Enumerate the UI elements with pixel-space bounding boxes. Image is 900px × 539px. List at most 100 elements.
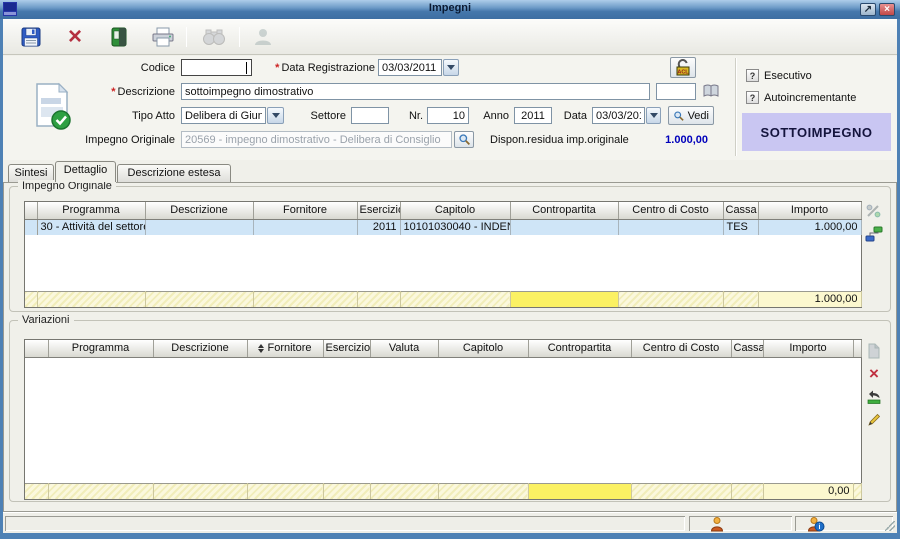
status-bar: i xyxy=(3,512,897,533)
vedi-button-label: Vedi xyxy=(688,110,709,122)
percent-split-button[interactable] xyxy=(861,199,887,222)
link-rows-icon xyxy=(865,226,883,242)
user-info-icon: i xyxy=(807,516,825,532)
cell-descrizione xyxy=(145,219,253,235)
descrizione-input[interactable] xyxy=(181,83,650,100)
vedi-button[interactable]: Vedi xyxy=(668,106,714,125)
column-header-contropartita[interactable]: Contropartita xyxy=(510,202,618,219)
column-header-cassa[interactable]: Cassa xyxy=(731,340,763,357)
grid-empty-area xyxy=(25,358,861,483)
column-header[interactable] xyxy=(853,340,861,357)
delete-icon: × xyxy=(68,26,82,48)
edit-row-button[interactable] xyxy=(861,408,887,431)
column-header-fornitore[interactable]: Fornitore xyxy=(247,340,323,357)
column-header-descrizione[interactable]: Descrizione xyxy=(153,340,247,357)
dettaglio-panel: Impegno Originale Programma Descrizione … xyxy=(3,182,897,512)
tipo-atto-label: Tipo Atto xyxy=(103,110,175,122)
anno-label: Anno xyxy=(479,110,509,122)
data-dropdown-button[interactable] xyxy=(646,107,661,124)
column-header-importo[interactable]: Importo xyxy=(758,202,861,219)
record-form: Codice *Data Registrazione ACL *Descrizi… xyxy=(3,56,897,160)
form-divider xyxy=(735,58,737,156)
total-contropartita-cell xyxy=(528,483,631,499)
column-header-importo[interactable]: Importo xyxy=(763,340,853,357)
binoculars-icon xyxy=(201,28,227,46)
find-button[interactable] xyxy=(197,23,231,51)
variazioni-side-tools: × xyxy=(861,339,887,431)
search-icon xyxy=(673,109,685,123)
user-button[interactable] xyxy=(249,23,277,51)
cell-programma: 30 - Attività del settore xyxy=(37,219,145,235)
totals-row: 1.000,00 xyxy=(25,291,862,308)
resize-grip[interactable] xyxy=(885,521,895,531)
pencil-icon xyxy=(867,412,882,427)
cell-contropartita xyxy=(510,219,618,235)
chevron-down-icon xyxy=(447,65,455,70)
column-header-centro-di-costo[interactable]: Centro di Costo xyxy=(618,202,723,219)
close-button[interactable]: × xyxy=(879,3,895,16)
codice-input[interactable] xyxy=(181,59,252,76)
cell-esercizio: 2011 xyxy=(357,219,400,235)
restore-button[interactable]: ↗ xyxy=(860,3,876,16)
status-user-cell[interactable] xyxy=(689,516,792,531)
column-header-capitolo[interactable]: Capitolo xyxy=(400,202,510,219)
data-registrazione-input[interactable] xyxy=(378,59,442,76)
table-row[interactable]: 30 - Attività del settore 2011 101010300… xyxy=(25,219,861,235)
column-header-programma[interactable]: Programma xyxy=(48,340,153,357)
delete-row-button[interactable]: × xyxy=(861,362,887,385)
save-button[interactable] xyxy=(17,23,45,51)
data-input[interactable] xyxy=(592,107,645,124)
cell-capitolo: 10101030040 - INDENN xyxy=(400,219,510,235)
tab-descrizione-estesa[interactable]: Descrizione estesa xyxy=(117,164,231,182)
column-header-esercizio[interactable]: Esercizio xyxy=(323,340,370,357)
tipo-atto-dropdown-button[interactable] xyxy=(267,107,284,124)
cell-importo: 1.000,00 xyxy=(758,219,861,235)
column-header-programma[interactable]: Programma xyxy=(37,202,145,219)
nr-input[interactable] xyxy=(427,107,469,124)
data-registrazione-label: *Data Registrazione xyxy=(255,62,375,74)
variazioni-group: Variazioni Programma Descrizione Fornito… xyxy=(9,320,891,502)
data-registrazione-dropdown-button[interactable] xyxy=(443,59,459,76)
archive-button[interactable] xyxy=(105,23,133,51)
settore-input[interactable] xyxy=(351,107,389,124)
status-user-info-cell[interactable]: i xyxy=(795,516,893,531)
total-contropartita-cell xyxy=(510,291,618,307)
column-header-cassa[interactable]: Cassa xyxy=(723,202,758,219)
status-message-cell xyxy=(5,516,685,531)
delete-button[interactable]: × xyxy=(61,23,89,51)
codice-label: Codice xyxy=(103,62,175,74)
column-header[interactable] xyxy=(25,202,37,219)
impegno-originale-input[interactable] xyxy=(181,131,452,148)
row-selector-cell[interactable] xyxy=(25,219,37,235)
window-title: Impegni xyxy=(0,2,900,14)
dispon-residua-value: 1.000,00 xyxy=(633,134,708,146)
column-header-esercizio[interactable]: Esercizio xyxy=(357,202,400,219)
tipo-atto-combo[interactable] xyxy=(181,107,266,124)
column-header-centro-di-costo[interactable]: Centro di Costo xyxy=(631,340,731,357)
impegno-originale-search-button[interactable] xyxy=(454,131,474,148)
column-header[interactable] xyxy=(25,340,48,357)
dispon-residua-label: Dispon.residua imp.originale xyxy=(490,134,630,146)
new-row-button[interactable] xyxy=(861,339,887,362)
nr-label: Nr. xyxy=(399,110,423,122)
data-label: Data xyxy=(559,110,587,122)
chevron-down-icon xyxy=(650,113,658,118)
dictionary-button[interactable] xyxy=(702,83,720,102)
cell-centro-di-costo xyxy=(618,219,723,235)
esecutivo-checkbox[interactable]: ? xyxy=(746,69,759,82)
total-importo-cell: 0,00 xyxy=(763,483,853,499)
undo-row-button[interactable] xyxy=(861,385,887,408)
column-header-valuta[interactable]: Valuta xyxy=(370,340,438,357)
svg-text:i: i xyxy=(819,524,821,531)
column-header-fornitore[interactable]: Fornitore xyxy=(253,202,357,219)
autoincrementante-checkbox[interactable]: ? xyxy=(746,91,759,104)
column-header-descrizione[interactable]: Descrizione xyxy=(145,202,253,219)
acl-lock-button[interactable]: ACL xyxy=(670,57,696,78)
column-header-contropartita[interactable]: Contropartita xyxy=(528,340,631,357)
descrizione-code-input[interactable] xyxy=(656,83,696,100)
tab-dettaglio[interactable]: Dettaglio xyxy=(55,161,116,182)
anno-input[interactable] xyxy=(514,107,552,124)
link-rows-button[interactable] xyxy=(861,222,887,245)
print-button[interactable] xyxy=(149,23,177,51)
column-header-capitolo[interactable]: Capitolo xyxy=(438,340,528,357)
